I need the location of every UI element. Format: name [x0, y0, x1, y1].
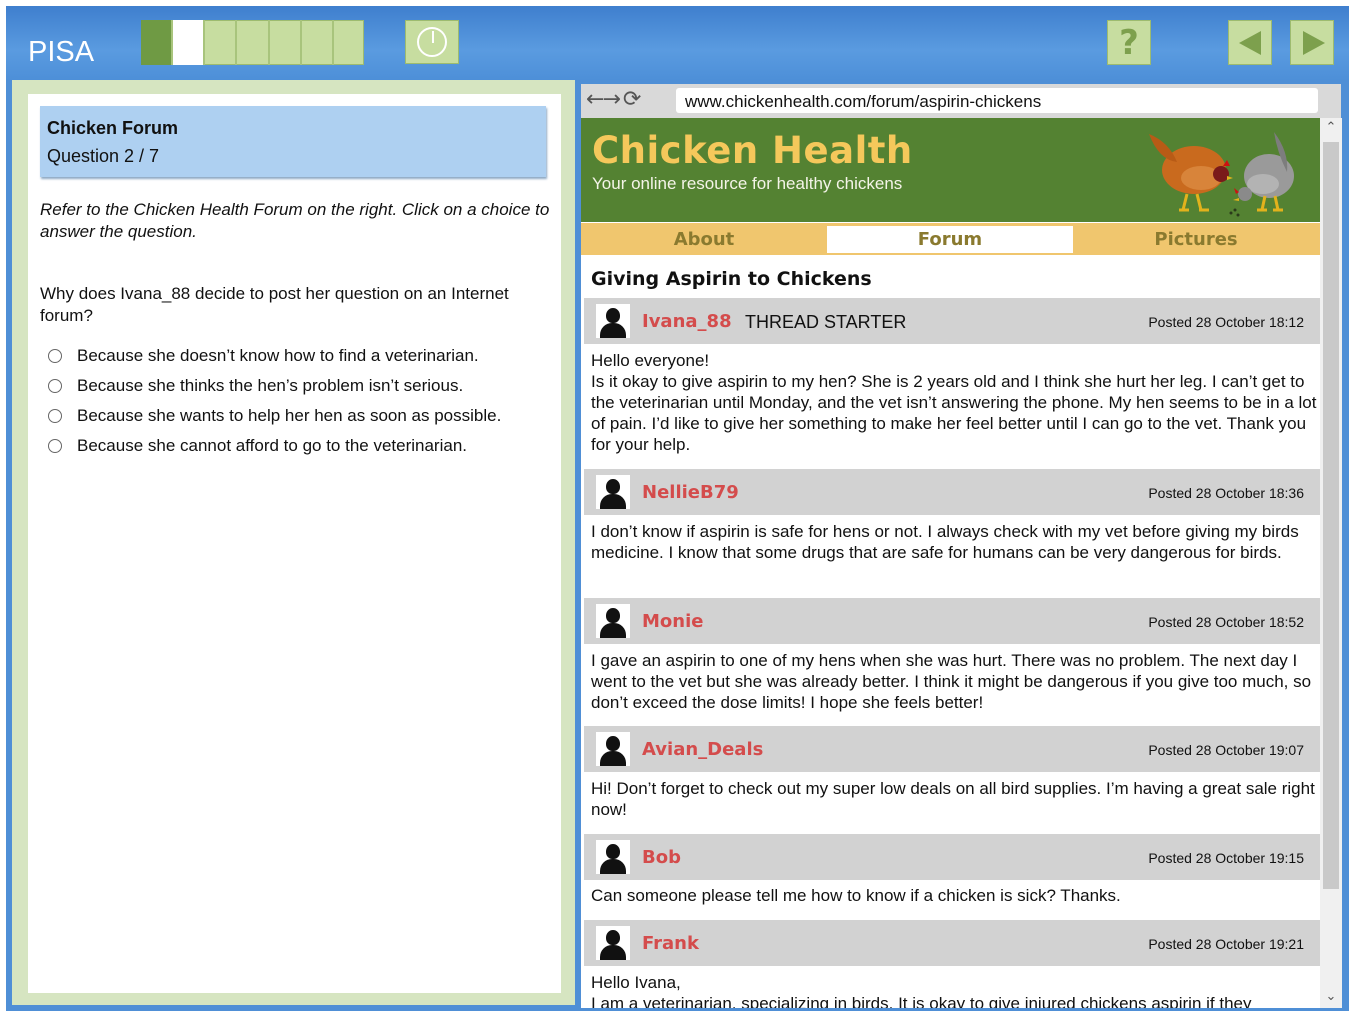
question-header: Chicken Forum Question 2 / 7 — [40, 106, 546, 177]
back-arrow-icon — [1239, 31, 1261, 55]
url-text: www.chickenhealth.com/forum/aspirin-chic… — [685, 92, 1042, 111]
nav-pictures[interactable]: Pictures — [1073, 226, 1319, 253]
post-body: Can someone please tell me how to know i… — [591, 886, 1121, 905]
back-arrow-icon[interactable]: ← — [586, 87, 604, 112]
help-button[interactable]: ? — [1107, 20, 1151, 65]
progress-bar — [141, 20, 364, 65]
post-timestamp: Posted 28 October 18:12 — [1148, 314, 1304, 330]
progress-segment-6 — [302, 20, 334, 65]
post-header: Frank Posted 28 October 19:21 — [584, 920, 1320, 966]
thread-starter-badge: THREAD STARTER — [745, 312, 907, 332]
address-bar[interactable]: www.chickenhealth.com/forum/aspirin-chic… — [676, 88, 1318, 113]
post-body: I don’t know if aspirin is safe for hens… — [591, 522, 1299, 562]
post-timestamp: Posted 28 October 19:21 — [1148, 936, 1304, 952]
post-body: I gave an aspirin to one of my hens when… — [591, 651, 1312, 712]
post-timestamp: Posted 28 October 18:36 — [1148, 485, 1304, 501]
web-page: Chicken Health Your online resource for … — [581, 118, 1320, 1008]
question-number: Question 2 / 7 — [47, 146, 160, 166]
post-timestamp: Posted 28 October 18:52 — [1148, 614, 1304, 630]
forward-arrow-icon[interactable]: → — [602, 87, 620, 112]
brand-logo: PISA — [28, 36, 95, 68]
site-title: Chicken Health — [592, 129, 913, 172]
nav-about[interactable]: About — [581, 226, 827, 253]
thread-title: Giving Aspirin to Chickens — [591, 268, 872, 290]
post-header: NellieB79 Posted 28 October 18:36 — [584, 469, 1320, 515]
user-avatar-icon — [596, 732, 630, 766]
user-avatar-icon — [596, 926, 630, 960]
radio-button[interactable] — [48, 349, 62, 363]
progress-segment-1 — [141, 20, 174, 65]
unit-title: Chicken Forum — [47, 118, 179, 138]
site-nav: About Forum Pictures — [581, 223, 1320, 255]
progress-segment-2 — [173, 20, 206, 65]
instructions: Refer to the Chicken Health Forum on the… — [40, 200, 550, 241]
progress-segment-5 — [270, 20, 302, 65]
post-header: Bob Posted 28 October 19:15 — [584, 834, 1320, 880]
scroll-down-icon[interactable]: ⌄ — [1320, 989, 1342, 1004]
post-body: Hi! Don’t forget to check out my super l… — [591, 779, 1315, 819]
post-header: Avian_Deals Posted 28 October 19:07 — [584, 726, 1320, 772]
choice-label: Because she thinks the hen’s problem isn… — [77, 376, 464, 395]
post-timestamp: Posted 28 October 19:07 — [1148, 742, 1304, 758]
post-body: Hello everyone! Is it okay to give aspir… — [591, 351, 1317, 454]
page-scrollbar[interactable]: ⌃ ⌄ — [1320, 118, 1342, 1008]
post-username[interactable]: Frank — [642, 933, 699, 954]
post-body: Hello Ivana, I am a veterinarian, specia… — [591, 973, 1252, 1008]
post-username[interactable]: Monie — [642, 611, 703, 632]
scrollbar-thumb[interactable] — [1323, 142, 1339, 889]
post-username[interactable]: Ivana_88 — [642, 311, 732, 332]
choice-label: Because she doesn’t know how to find a v… — [77, 346, 479, 365]
progress-segment-4 — [237, 20, 270, 65]
post-timestamp: Posted 28 October 19:15 — [1148, 850, 1304, 866]
refresh-icon[interactable]: ⟳ — [623, 87, 641, 112]
timer-icon — [405, 20, 459, 64]
progress-segment-7 — [334, 20, 364, 65]
user-avatar-icon — [596, 840, 630, 874]
question-text: Why does Ivana_88 decide to post her que… — [40, 284, 509, 325]
nav-forum[interactable]: Forum — [827, 226, 1073, 253]
radio-button[interactable] — [48, 439, 62, 453]
post-username[interactable]: NellieB79 — [642, 482, 739, 503]
progress-segment-3 — [205, 20, 238, 65]
post-username[interactable]: Avian_Deals — [642, 739, 763, 760]
choice-label: Because she wants to help her hen as soo… — [77, 406, 502, 425]
back-button[interactable] — [1228, 20, 1272, 65]
help-icon: ? — [1119, 23, 1139, 63]
site-banner: Chicken Health Your online resource for … — [581, 118, 1320, 222]
choice-label: Because she cannot afford to go to the v… — [77, 436, 468, 455]
radio-button[interactable] — [48, 379, 62, 393]
radio-button[interactable] — [48, 409, 62, 423]
post-header: Ivana_88 THREAD STARTER Posted 28 Octobe… — [584, 298, 1320, 344]
next-button[interactable] — [1290, 20, 1334, 65]
chickens-illustration — [1149, 132, 1294, 217]
browser-nav-icons[interactable]: ←→ ⟳ — [586, 87, 641, 112]
next-arrow-icon — [1303, 31, 1325, 55]
user-avatar-icon — [596, 304, 630, 338]
post-username[interactable]: Bob — [642, 847, 681, 868]
post-header: Monie Posted 28 October 18:52 — [584, 598, 1320, 644]
user-avatar-icon — [596, 475, 630, 509]
site-tagline: Your online resource for healthy chicken… — [592, 174, 903, 193]
user-avatar-icon — [596, 604, 630, 638]
scroll-up-icon[interactable]: ⌃ — [1320, 120, 1342, 135]
